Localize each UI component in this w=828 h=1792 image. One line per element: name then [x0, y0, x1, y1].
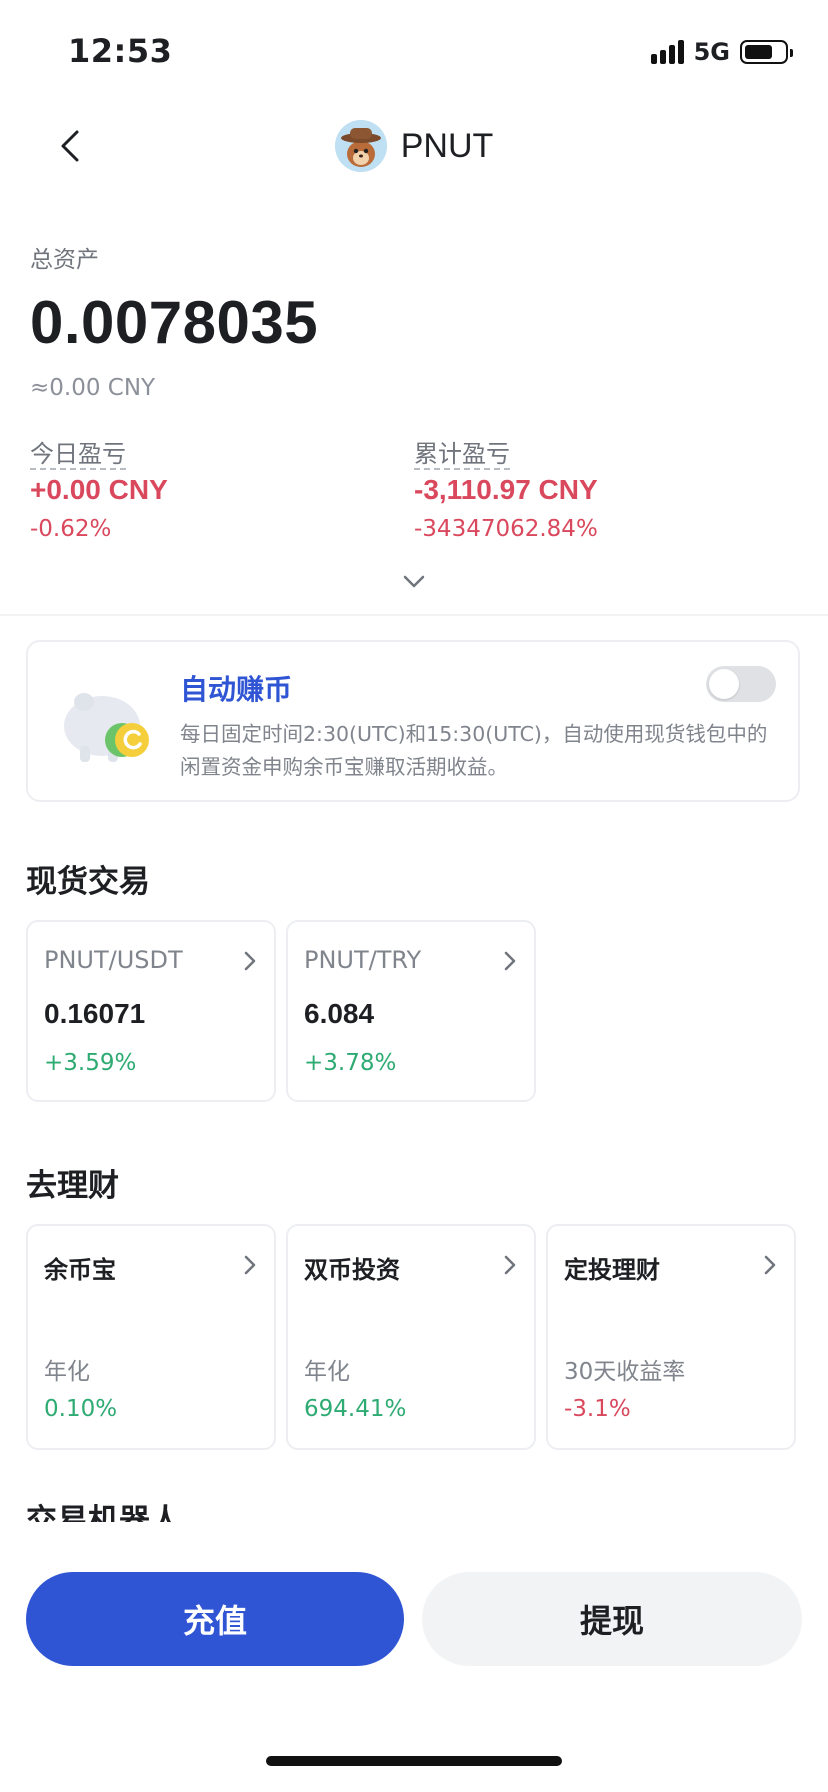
page-title: PNUT	[400, 126, 494, 165]
total-assets-cny: ≈0.00 CNY	[30, 375, 156, 401]
trading-bot-section-title: 交易机器人	[26, 1500, 326, 1522]
battery-icon	[740, 40, 793, 64]
nav-title-group: PNUT	[0, 110, 828, 182]
product-name: 双币投资	[304, 1256, 400, 1284]
status-time: 12:53	[68, 32, 173, 70]
finance-section-title: 去理财	[26, 1168, 119, 1204]
spot-card-pnut-usdt[interactable]: PNUT/USDT 0.16071 +3.59%	[26, 920, 276, 1102]
today-pnl-percent: -0.62%	[30, 516, 112, 542]
today-pnl-amount: +0.00 CNY	[30, 474, 168, 505]
finance-card-yubibao[interactable]: 余币宝 年化 0.10%	[26, 1224, 276, 1450]
finance-card-dual-currency[interactable]: 双币投资 年化 694.41%	[286, 1224, 536, 1450]
total-pnl-percent: -34347062.84%	[414, 516, 598, 542]
pnut-squirrel-cowboy-icon	[334, 120, 387, 172]
pair-name: PNUT/TRY	[304, 946, 422, 974]
today-pnl: 今日盈亏 +0.00 CNY -0.62%	[30, 440, 414, 542]
trading-bot-title-text: 交易机器人	[26, 1503, 181, 1522]
chevron-right-icon	[504, 1255, 516, 1275]
asset-summary: 总资产 0.0078035 ≈0.00 CNY	[30, 240, 798, 401]
chevron-left-icon	[61, 130, 79, 162]
product-rate: -3.1%	[564, 1396, 631, 1422]
finance-card-dca[interactable]: 定投理财 30天收益率 -3.1%	[546, 1224, 796, 1450]
product-name: 定投理财	[564, 1256, 660, 1284]
pair-name: PNUT/USDT	[44, 946, 183, 974]
withdraw-button[interactable]: 提现	[422, 1572, 802, 1666]
pair-change: +3.59%	[44, 1050, 137, 1076]
auto-earn-toggle[interactable]	[706, 666, 776, 702]
piggy-bank-icon	[56, 682, 166, 772]
product-metric: 30天收益率	[564, 1359, 686, 1385]
status-bar: 12:53 5G	[0, 0, 828, 100]
product-name: 余币宝	[44, 1256, 116, 1284]
cellular-signal-icon	[650, 40, 684, 64]
auto-earn-card: 自动赚币 每日固定时间2:30(UTC)和15:30(UTC)，自动使用现货钱包…	[26, 640, 800, 802]
chevron-right-icon	[764, 1255, 776, 1275]
total-assets-value: 0.0078035	[30, 289, 319, 356]
toggle-knob	[709, 669, 739, 699]
pnl-row: 今日盈亏 +0.00 CNY -0.62% 累计盈亏 -3,110.97 CNY…	[30, 440, 798, 542]
network-type: 5G	[693, 38, 730, 66]
pair-price: 6.084	[304, 998, 375, 1029]
product-metric: 年化	[44, 1359, 90, 1385]
total-pnl: 累计盈亏 -3,110.97 CNY -34347062.84%	[414, 440, 798, 542]
total-pnl-label[interactable]: 累计盈亏	[414, 440, 510, 470]
back-button[interactable]	[48, 124, 92, 168]
chevron-right-icon	[244, 1255, 256, 1275]
expand-button[interactable]	[400, 570, 428, 594]
home-indicator	[266, 1756, 562, 1766]
pair-change: +3.78%	[304, 1050, 397, 1076]
auto-earn-description: 每日固定时间2:30(UTC)和15:30(UTC)，自动使用现货钱包中的闲置资…	[180, 722, 768, 779]
section-divider	[0, 614, 828, 616]
bottom-action-bar: 充值 提现	[0, 1540, 828, 1792]
spot-section-title: 现货交易	[26, 864, 150, 900]
total-pnl-amount: -3,110.97 CNY	[414, 474, 598, 505]
product-rate: 0.10%	[44, 1396, 118, 1422]
auto-earn-title: 自动赚币	[180, 673, 293, 706]
spot-card-pnut-try[interactable]: PNUT/TRY 6.084 +3.78%	[286, 920, 536, 1102]
chevron-right-icon	[504, 951, 516, 971]
product-metric: 年化	[304, 1359, 350, 1385]
nav-header: PNUT	[0, 110, 828, 182]
total-assets-label: 总资产	[30, 247, 99, 273]
deposit-button[interactable]: 充值	[26, 1572, 404, 1666]
today-pnl-label[interactable]: 今日盈亏	[30, 440, 126, 470]
product-rate: 694.41%	[304, 1396, 407, 1422]
pair-price: 0.16071	[44, 998, 146, 1029]
chevron-right-icon	[244, 951, 256, 971]
status-indicators: 5G	[650, 38, 793, 66]
chevron-down-icon	[403, 575, 425, 588]
